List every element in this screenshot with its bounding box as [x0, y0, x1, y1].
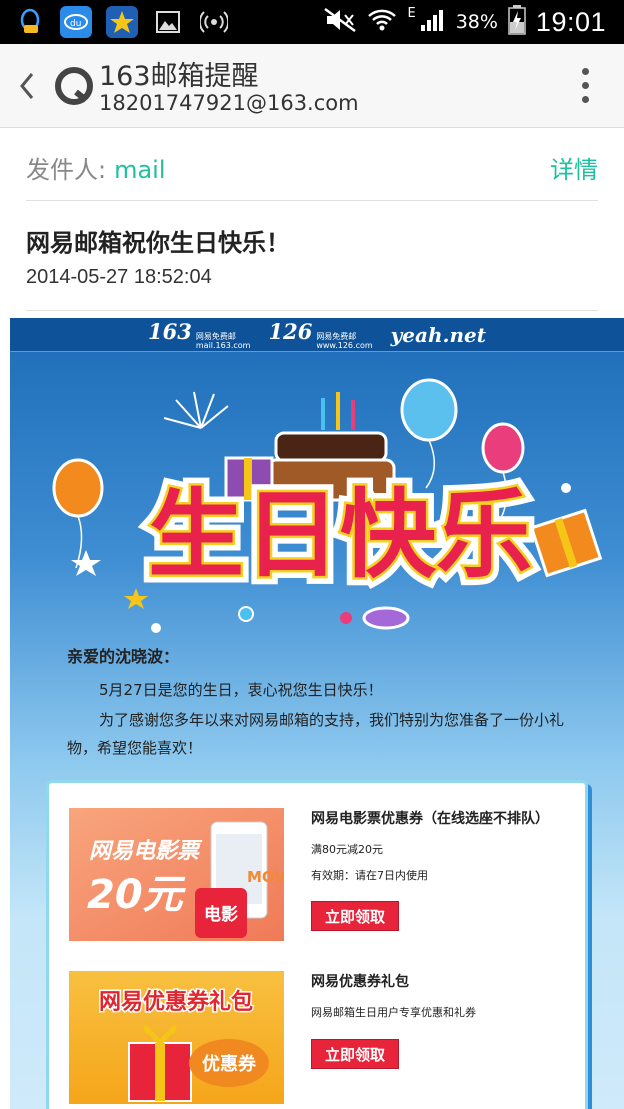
offer-discount: 满80元减20元 [311, 843, 383, 856]
offers-panel: 网易电影票 20元 电影 MOV 网易电影票优惠券（在线选座不排队） 满80元减… [46, 780, 588, 1109]
sender-name[interactable]: mail [114, 156, 165, 184]
star-app-icon [106, 6, 138, 38]
baidu-icon: du [60, 6, 92, 38]
clock: 19:01 [535, 6, 606, 37]
signal-icon [420, 8, 446, 37]
brand-yeah-logo[interactable]: yeah.net [391, 323, 486, 347]
gallery-icon [152, 6, 184, 38]
coupon-pack-image[interactable]: 网易优惠券礼包 优惠券 [69, 971, 284, 1104]
battery-percent: 38% [455, 11, 498, 33]
details-link[interactable]: 详情 [550, 150, 598, 185]
svg-text:du: du [70, 19, 81, 29]
svg-text:生日快乐: 生日快乐 [148, 479, 532, 591]
svg-text:20元: 20元 [87, 872, 187, 918]
gift-message: 为了感谢您多年以来对网易邮箱的支持，我们特别为您准备了一份小礼物，希望您能喜欢！ [67, 711, 565, 757]
app-bar-account: 18201747921@163.com [99, 91, 359, 115]
qq-icon [14, 6, 46, 38]
svg-text:网易优惠券礼包: 网易优惠券礼包 [99, 989, 253, 1015]
claim-button[interactable]: 立即领取 [311, 901, 399, 931]
brand-163-logo[interactable]: 163 网易免费邮 mail.163.com [148, 319, 250, 350]
mail-body: 163 网易免费邮 mail.163.com 126 网易免费邮 www.126.c… [10, 318, 624, 1109]
offer-item: 网易优惠券礼包 优惠券 网易优惠券礼包 网易邮箱生日用户专享优惠和礼券 立即领取 [69, 971, 569, 1106]
claim-button[interactable]: 立即领取 [311, 1039, 399, 1069]
mute-icon [323, 7, 357, 38]
wireless-icon [198, 6, 230, 38]
mail-datetime: 2014-05-27 18:52:04 [26, 266, 212, 288]
svg-text:MOV: MOV [247, 868, 284, 886]
more-menu-icon[interactable] [580, 68, 590, 106]
app-bar-title: 163邮箱提醒 [99, 61, 259, 92]
svg-text:网易电影票: 网易电影票 [89, 839, 203, 864]
battery-charging-icon [508, 4, 526, 40]
birthday-message: 5月27日是您的生日，衷心祝您生日快乐！ [99, 681, 383, 699]
network-type: E [407, 6, 416, 21]
sender-row: 发件人: mail 详情 [26, 150, 598, 185]
back-arrow-icon[interactable] [16, 68, 38, 104]
brand-bar: 163 网易免费邮 mail.163.com 126 网易免费邮 www.126.c… [10, 318, 624, 352]
movie-coupon-image[interactable]: 网易电影票 20元 电影 MOV [69, 808, 284, 941]
offer-description: 网易邮箱生日用户专享优惠和礼券 [311, 1006, 476, 1019]
greeting: 亲爱的沈晓波： [67, 647, 180, 666]
app-bar: 163邮箱提醒 18201747921@163.com [0, 44, 624, 128]
mail-subject: 网易邮箱祝你生日快乐！ [26, 229, 290, 257]
offer-item: 网易电影票 20元 电影 MOV 网易电影票优惠券（在线选座不排队） 满80元减… [69, 808, 569, 943]
wifi-icon [367, 7, 397, 38]
offer-title: 网易电影票优惠券（在线选座不排队） [311, 811, 549, 827]
mail-app-logo [54, 66, 94, 106]
status-bar: du E 38% 19:01 [0, 0, 624, 44]
svg-text:电影: 电影 [204, 904, 238, 925]
divider [26, 310, 598, 311]
divider [26, 200, 598, 201]
offer-validity: 有效期：请在7日内使用 [311, 869, 428, 882]
sender-label: 发件人: [26, 156, 107, 184]
birthday-banner-text: 生日快乐 生日快乐 [130, 458, 550, 599]
offer-title: 网易优惠券礼包 [311, 974, 409, 990]
brand-126-logo[interactable]: 126 网易免费邮 www.126.com [268, 319, 372, 350]
svg-text:优惠券: 优惠券 [202, 1053, 257, 1075]
